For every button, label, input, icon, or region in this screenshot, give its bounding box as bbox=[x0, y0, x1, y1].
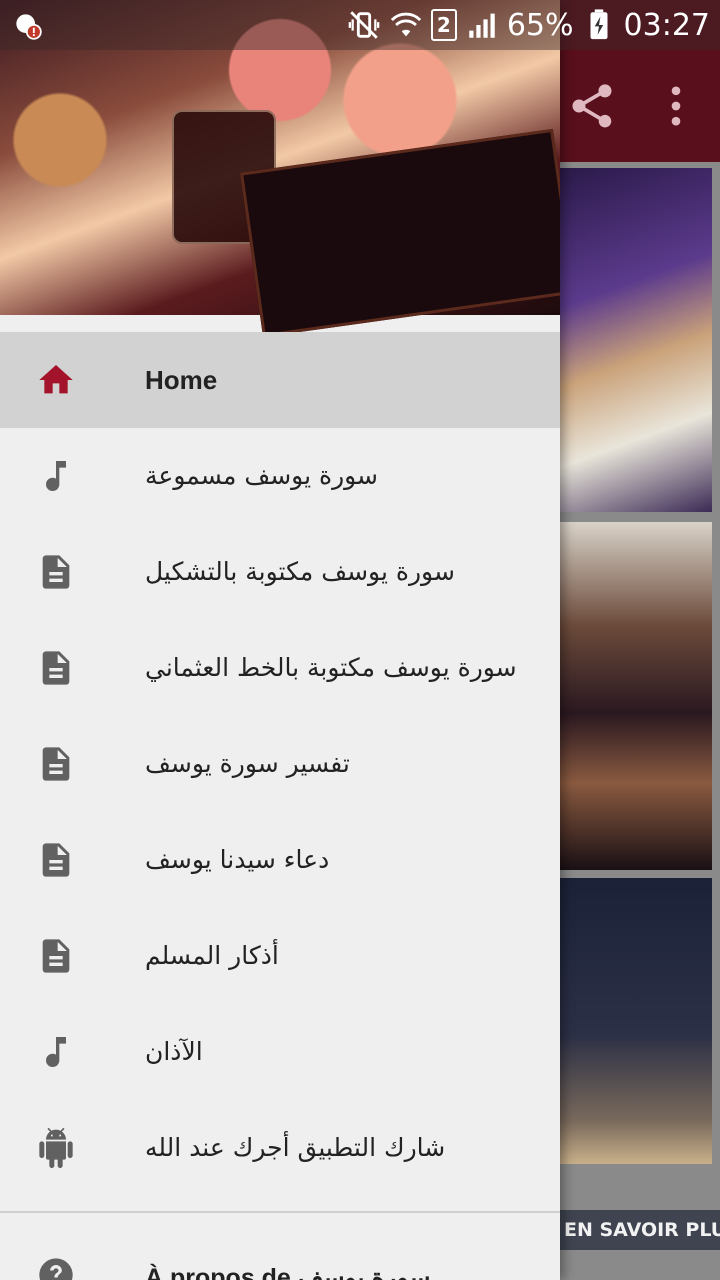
drawer-item-home[interactable]: Home bbox=[0, 332, 560, 428]
share-icon[interactable] bbox=[566, 80, 618, 132]
status-bar: 2 65% 03:27 bbox=[0, 0, 720, 50]
drawer-menu: Home سورة يوسف مسموعة سورة يوسف مكتوبة ب… bbox=[0, 332, 560, 1196]
ad-learn-more-button[interactable]: EN SAVOIR PLUS bbox=[560, 1210, 720, 1250]
drawer-item-audio[interactable]: سورة يوسف مسموعة bbox=[0, 428, 560, 524]
vibrate-mute-icon bbox=[348, 11, 380, 39]
navigation-drawer: Home سورة يوسف مسموعة سورة يوسف مكتوبة ب… bbox=[0, 0, 560, 1280]
drawer-item-label: أذكار المسلم bbox=[145, 941, 279, 970]
drawer-item-label: تفسير سورة يوسف bbox=[145, 749, 350, 778]
sim-slot-indicator: 2 bbox=[430, 9, 457, 41]
drawer-item-label: الآذان bbox=[145, 1037, 203, 1066]
music-note-icon bbox=[46, 1037, 66, 1068]
more-vert-icon[interactable] bbox=[650, 80, 702, 132]
drawer-item-dua[interactable]: دعاء سيدنا يوسف bbox=[0, 812, 560, 908]
document-icon bbox=[42, 939, 70, 973]
drawer-item-text-uthmani[interactable]: سورة يوسف مكتوبة بالخط العثماني bbox=[0, 620, 560, 716]
drawer-item-label: À propos de سورة يوسف bbox=[145, 1264, 431, 1280]
drawer-item-about[interactable]: À propos de سورة يوسف bbox=[0, 1225, 560, 1280]
help-icon bbox=[39, 1258, 73, 1280]
content-card-image[interactable] bbox=[560, 168, 712, 512]
drawer-item-label: شارك التطبيق أجرك عند الله bbox=[145, 1133, 446, 1162]
battery-percent: 65% bbox=[506, 7, 574, 43]
drawer-item-adhan[interactable]: الآذان bbox=[0, 1004, 560, 1100]
drawer-item-label: Home bbox=[145, 365, 218, 395]
document-icon bbox=[42, 651, 70, 685]
document-icon bbox=[42, 555, 70, 589]
clock: 03:27 bbox=[623, 7, 710, 43]
music-note-icon bbox=[46, 461, 66, 492]
document-icon bbox=[42, 747, 70, 781]
android-icon bbox=[39, 1128, 73, 1168]
drawer-item-label: سورة يوسف مسموعة bbox=[145, 461, 379, 490]
drawer-divider bbox=[0, 1211, 560, 1213]
drawer-item-label: دعاء سيدنا يوسف bbox=[145, 845, 330, 874]
notification-icon bbox=[16, 14, 42, 40]
quran-book-graphic bbox=[239, 128, 560, 338]
drawer-item-adhkar[interactable]: أذكار المسلم bbox=[0, 908, 560, 1004]
content-card-image[interactable] bbox=[560, 878, 712, 1164]
content-card-image[interactable] bbox=[560, 522, 712, 870]
signal-icon bbox=[469, 13, 495, 38]
battery-charging-icon bbox=[590, 9, 608, 40]
drawer-item-share-app[interactable]: شارك التطبيق أجرك عند الله bbox=[0, 1100, 560, 1196]
drawer-item-label: سورة يوسف مكتوبة بالتشكيل bbox=[145, 557, 455, 586]
drawer-item-label: سورة يوسف مكتوبة بالخط العثماني bbox=[145, 653, 517, 682]
wifi-icon bbox=[390, 12, 422, 37]
drawer-item-text-tashkeel[interactable]: سورة يوسف مكتوبة بالتشكيل bbox=[0, 524, 560, 620]
document-icon bbox=[42, 843, 70, 877]
home-icon bbox=[39, 365, 73, 394]
drawer-item-tafsir[interactable]: تفسير سورة يوسف bbox=[0, 716, 560, 812]
